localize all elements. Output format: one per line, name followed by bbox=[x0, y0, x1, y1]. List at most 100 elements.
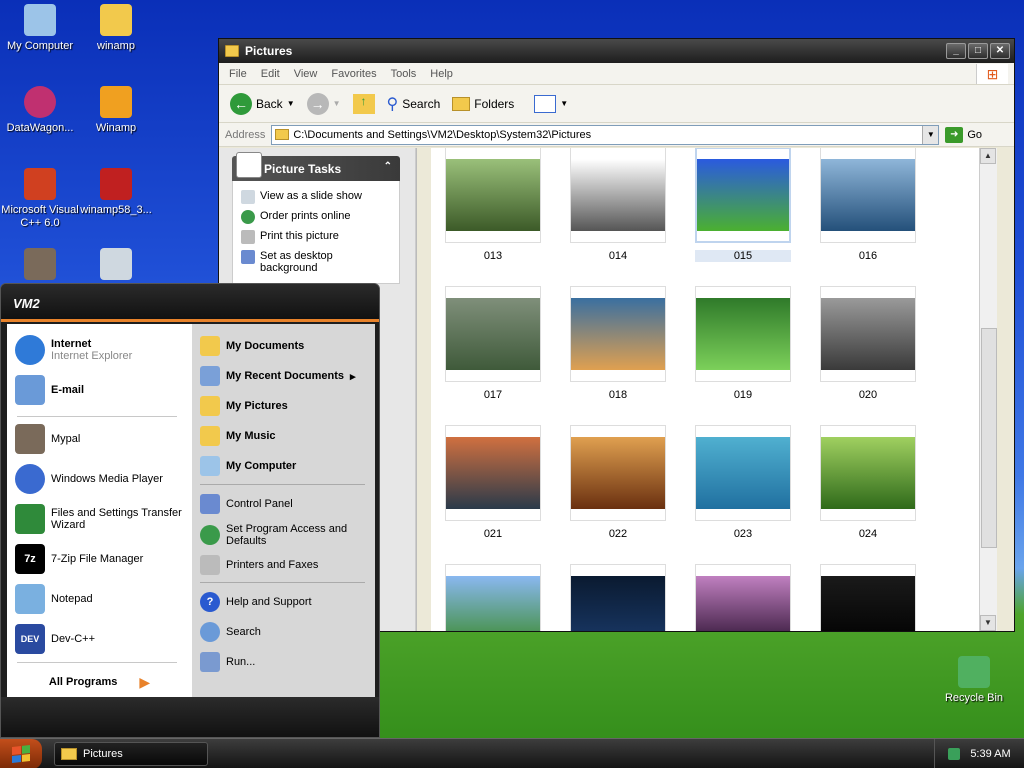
address-dropdown-button[interactable]: ▼ bbox=[922, 125, 939, 144]
start-place-help[interactable]: ? Help and Support bbox=[192, 590, 375, 614]
picture-tasks-header[interactable]: Picture Tasks ⌃ bbox=[232, 152, 400, 181]
menu-help[interactable]: Help bbox=[430, 68, 453, 80]
back-button[interactable]: ← Back ▼ bbox=[227, 91, 298, 117]
thumbnail-item[interactable]: 016 bbox=[820, 148, 916, 262]
start-place-printers[interactable]: Printers and Faxes bbox=[192, 553, 375, 577]
start-place-label: My Recent Documents bbox=[226, 370, 344, 382]
thumbnail-image bbox=[446, 298, 540, 370]
thumbnail-label: 015 bbox=[695, 250, 791, 262]
menu-tools[interactable]: Tools bbox=[391, 68, 417, 80]
thumbnail-item[interactable]: 024 bbox=[820, 425, 916, 540]
start-item-devcpp[interactable]: DEV Dev-C++ bbox=[7, 622, 192, 656]
go-button[interactable]: ➜ Go bbox=[945, 126, 982, 143]
desktop-icon-visual-cpp[interactable]: Microsoft Visual C++ 6.0 bbox=[0, 168, 80, 230]
start-item-email[interactable]: E-mail bbox=[7, 372, 192, 408]
thumbnail-item[interactable]: 021 bbox=[445, 425, 541, 540]
start-place-label: Printers and Faxes bbox=[226, 559, 319, 571]
desktop-icon-my-computer[interactable]: My Computer bbox=[0, 4, 80, 53]
start-item-label: Notepad bbox=[51, 593, 93, 605]
thumbnail-item[interactable]: 022 bbox=[570, 425, 666, 540]
start-item-7zip[interactable]: 7z 7-Zip File Manager bbox=[7, 542, 192, 576]
collapse-icon[interactable]: ⌃ bbox=[384, 161, 392, 172]
start-place-my-music[interactable]: My Music bbox=[192, 424, 375, 448]
thumbnail-item[interactable]: 017 bbox=[445, 286, 541, 401]
task-order-prints[interactable]: Order prints online bbox=[237, 207, 395, 227]
picture-tasks-title: Picture Tasks bbox=[264, 161, 342, 176]
start-place-my-pictures[interactable]: My Pictures bbox=[192, 394, 375, 418]
start-place-program-access[interactable]: Set Program Access and Defaults bbox=[192, 520, 375, 550]
up-folder-button[interactable]: ↑ bbox=[350, 92, 378, 116]
start-item-internet[interactable]: Internet Internet Explorer bbox=[7, 332, 192, 368]
start-item-transfer-wizard[interactable]: Files and Settings Transfer Wizard bbox=[7, 502, 192, 536]
task-pane-scrollbar[interactable]: ▲ bbox=[415, 148, 417, 631]
all-programs-button[interactable]: All Programs ▶ bbox=[7, 669, 192, 695]
search-button[interactable]: ⚲ Search bbox=[384, 92, 444, 116]
thumbnail-item[interactable] bbox=[820, 564, 916, 631]
desktop-icon-recycle-bin[interactable]: Recycle Bin bbox=[934, 656, 1014, 705]
scroll-down-arrow[interactable]: ▼ bbox=[980, 615, 996, 631]
start-place-control-panel[interactable]: Control Panel bbox=[192, 492, 375, 516]
thumbnail-item[interactable] bbox=[445, 564, 541, 631]
clock[interactable]: 5:39 AM bbox=[970, 748, 1010, 760]
thumbnail-label: 021 bbox=[483, 528, 503, 540]
thumbnail-item[interactable]: 023 bbox=[695, 425, 791, 540]
task-set-background[interactable]: Set as desktop background bbox=[237, 247, 395, 277]
address-value: C:\Documents and Settings\VM2\Desktop\Sy… bbox=[293, 128, 592, 141]
task-print-picture[interactable]: Print this picture bbox=[237, 227, 395, 247]
start-place-my-computer[interactable]: My Computer bbox=[192, 454, 375, 478]
scroll-up-arrow[interactable]: ▲ bbox=[416, 148, 417, 164]
network-icon[interactable] bbox=[948, 748, 961, 760]
thumbnail-item[interactable] bbox=[570, 564, 666, 631]
desktop-icon-winamp[interactable]: Winamp bbox=[76, 86, 156, 135]
scroll-thumb[interactable] bbox=[981, 328, 997, 548]
scroll-up-arrow[interactable]: ▲ bbox=[980, 148, 996, 164]
desktop-icon-datawagon[interactable]: DataWagon... bbox=[0, 86, 80, 135]
folder-icon bbox=[225, 45, 239, 57]
printer-icon bbox=[200, 555, 220, 575]
thumbnail-label: 020 bbox=[858, 389, 878, 401]
views-button[interactable]: ▼ bbox=[531, 93, 571, 115]
task-slide-show[interactable]: View as a slide show bbox=[237, 187, 395, 207]
thumbnail-label: 018 bbox=[608, 389, 628, 401]
thumbnail-item[interactable]: 018 bbox=[570, 286, 666, 401]
taskbar-button-pictures[interactable]: Pictures bbox=[54, 742, 208, 766]
start-item-media-player[interactable]: Windows Media Player bbox=[7, 462, 192, 496]
start-place-my-documents[interactable]: My Documents bbox=[192, 334, 375, 358]
desktop-icon-mypal[interactable] bbox=[0, 248, 80, 284]
desktop-icon-label: DataWagon... bbox=[6, 122, 74, 134]
close-button[interactable]: ✕ bbox=[990, 43, 1010, 59]
start-place-recent-documents[interactable]: My Recent Documents ▸ bbox=[192, 364, 375, 388]
chevron-down-icon[interactable]: ▼ bbox=[287, 99, 295, 108]
start-place-search[interactable]: Search bbox=[192, 620, 375, 644]
desktop-icon-network[interactable] bbox=[76, 248, 156, 284]
start-place-run[interactable]: Run... bbox=[192, 650, 375, 674]
thumbnail-item[interactable]: 014 bbox=[570, 148, 666, 262]
menu-view[interactable]: View bbox=[294, 68, 318, 80]
thumbnail-item[interactable]: 020 bbox=[820, 286, 916, 401]
address-input[interactable]: C:\Documents and Settings\VM2\Desktop\Sy… bbox=[271, 124, 940, 145]
desktop-icon-winamp-installer[interactable]: winamp58_3... bbox=[76, 168, 156, 217]
menu-edit[interactable]: Edit bbox=[261, 68, 280, 80]
thumbnail-item[interactable]: 015 bbox=[695, 148, 791, 262]
start-item-notepad[interactable]: Notepad bbox=[7, 582, 192, 616]
desktop-icon-label: winamp58_3... bbox=[80, 204, 152, 216]
thumbnail-item[interactable] bbox=[695, 564, 791, 631]
thumbnail-item[interactable]: 019 bbox=[695, 286, 791, 401]
winamp-icon bbox=[100, 86, 132, 118]
media-player-icon bbox=[15, 464, 45, 494]
desktop-icon-winamp-folder[interactable]: winamp bbox=[76, 4, 156, 53]
start-item-mypal[interactable]: Mypal bbox=[7, 422, 192, 456]
thumbnail-item[interactable]: 013 bbox=[445, 148, 541, 262]
minimize-button[interactable]: _ bbox=[946, 43, 966, 59]
folders-button[interactable]: Folders bbox=[449, 95, 517, 113]
maximize-button[interactable]: □ bbox=[968, 43, 988, 59]
thumbnail-frame bbox=[695, 148, 791, 243]
forward-button[interactable]: → ▼ bbox=[304, 91, 344, 117]
my-computer-icon bbox=[200, 456, 220, 476]
menu-favorites[interactable]: Favorites bbox=[331, 68, 376, 80]
menu-file[interactable]: File bbox=[229, 68, 247, 80]
start-button[interactable] bbox=[0, 739, 42, 768]
thumbnail-frame bbox=[820, 286, 916, 382]
thumbnail-scrollbar[interactable]: ▲ ▼ bbox=[979, 148, 997, 631]
window-titlebar[interactable]: Pictures _ □ ✕ bbox=[219, 39, 1014, 63]
